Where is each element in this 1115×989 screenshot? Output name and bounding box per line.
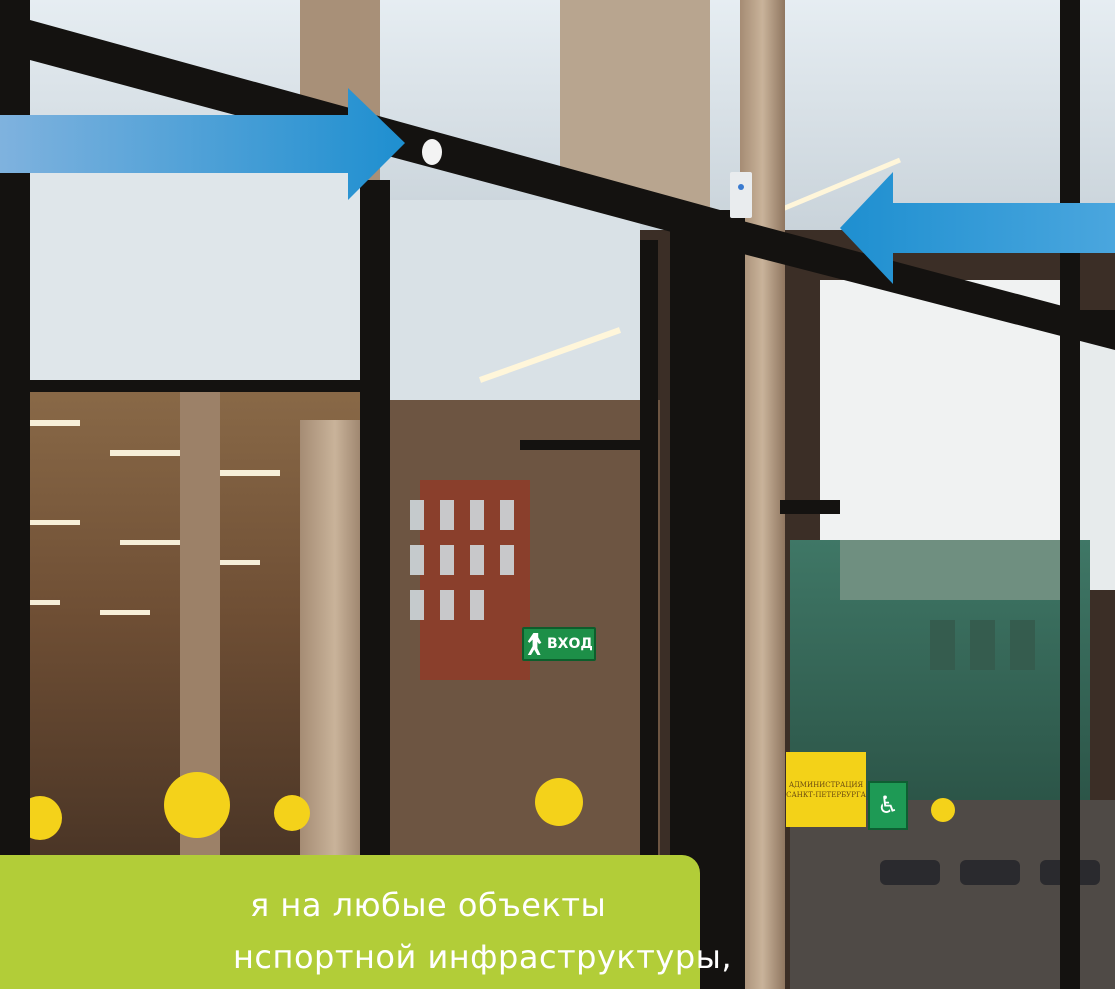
building-facade-photo (0, 0, 1115, 989)
caption-line-2: нспортной инфраструктуры, (233, 938, 733, 976)
wheelchair-icon: ♿ (877, 791, 899, 819)
photo-scene: ВХОД АДМИНИСТРАЦИЯ САНКТ-ПЕТЕРБУРГА ♿ я … (0, 0, 1115, 989)
caption-line-1: я на любые объекты (250, 886, 607, 924)
entrance-sign-label: ВХОД (547, 636, 593, 652)
running-man-icon (527, 633, 542, 655)
admin-sign-line-1: АДМИНИСТРАЦИЯ (788, 780, 864, 789)
entrance-sign: ВХОД (522, 627, 596, 661)
administration-sign: АДМИНИСТРАЦИЯ САНКТ-ПЕТЕРБУРГА (786, 752, 866, 827)
accessibility-sign: ♿ (868, 781, 908, 830)
admin-sign-line-2: САНКТ-ПЕТЕРБУРГА (786, 790, 866, 799)
